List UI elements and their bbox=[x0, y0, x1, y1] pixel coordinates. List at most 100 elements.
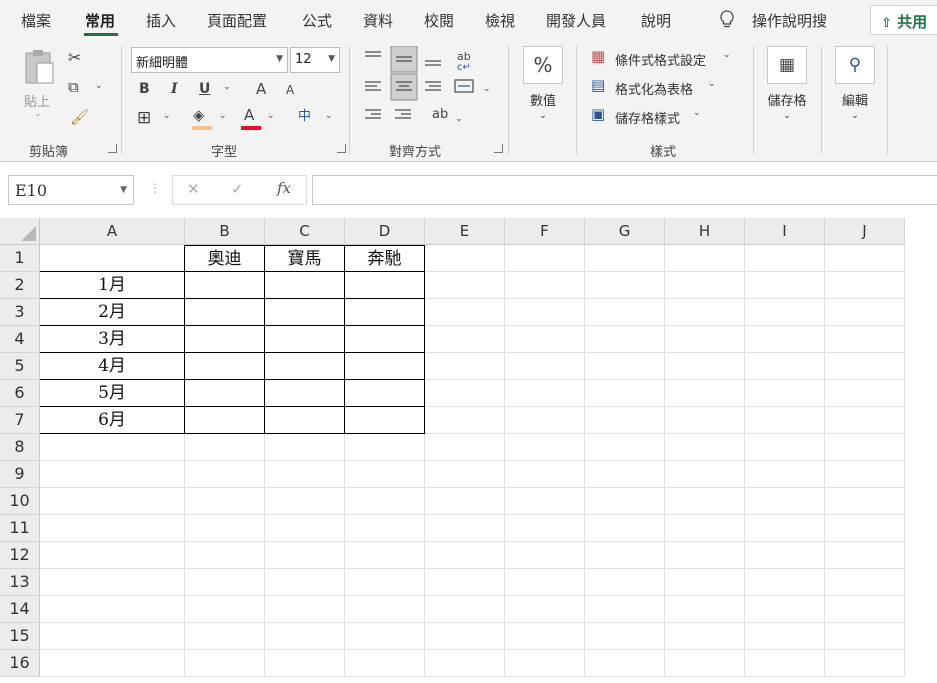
cell-E15[interactable] bbox=[425, 623, 505, 650]
cell-I2[interactable] bbox=[745, 272, 825, 299]
cell-D14[interactable] bbox=[345, 596, 425, 623]
chevron-down-icon[interactable]: ▼ bbox=[328, 54, 335, 64]
cell-A8[interactable] bbox=[40, 434, 185, 461]
chevron-down-icon[interactable]: ⌄ bbox=[34, 110, 42, 119]
cell-H1[interactable] bbox=[665, 245, 745, 272]
cell-I4[interactable] bbox=[745, 326, 825, 353]
chevron-down-icon[interactable]: ⌄ bbox=[267, 112, 275, 121]
cell-A6[interactable]: 5月 bbox=[40, 380, 185, 407]
cell-D12[interactable] bbox=[345, 542, 425, 569]
cell-F3[interactable] bbox=[505, 299, 585, 326]
cell-C9[interactable] bbox=[265, 461, 345, 488]
cell-J11[interactable] bbox=[825, 515, 905, 542]
cell-A14[interactable] bbox=[40, 596, 185, 623]
cell-F1[interactable] bbox=[505, 245, 585, 272]
cell-J15[interactable] bbox=[825, 623, 905, 650]
cell-J14[interactable] bbox=[825, 596, 905, 623]
conditional-formatting-icon[interactable]: ▦ bbox=[591, 49, 605, 64]
cell-E14[interactable] bbox=[425, 596, 505, 623]
row-header-2[interactable]: 2 bbox=[0, 272, 40, 299]
format-as-table-icon[interactable]: ▤ bbox=[591, 78, 605, 93]
cell-E16[interactable] bbox=[425, 650, 505, 677]
cell-G14[interactable] bbox=[585, 596, 665, 623]
cell-C6[interactable] bbox=[265, 380, 345, 407]
row-header-8[interactable]: 8 bbox=[0, 434, 40, 461]
format-painter-icon[interactable]: 🖌 bbox=[70, 110, 89, 125]
cell-B9[interactable] bbox=[185, 461, 265, 488]
cell-F15[interactable] bbox=[505, 623, 585, 650]
cell-E5[interactable] bbox=[425, 353, 505, 380]
shrink-font-button[interactable]: A bbox=[286, 84, 294, 96]
cell-styles-icon[interactable]: ▣ bbox=[591, 107, 605, 122]
cell-C16[interactable] bbox=[265, 650, 345, 677]
cell-I14[interactable] bbox=[745, 596, 825, 623]
font-name-combo[interactable]: 新細明體 ▼ bbox=[131, 47, 288, 73]
select-all-button[interactable] bbox=[0, 218, 40, 245]
formula-input[interactable] bbox=[312, 175, 937, 205]
cell-G7[interactable] bbox=[585, 407, 665, 434]
cell-J10[interactable] bbox=[825, 488, 905, 515]
cell-I15[interactable] bbox=[745, 623, 825, 650]
cell-A5[interactable]: 4月 bbox=[40, 353, 185, 380]
cell-B11[interactable] bbox=[185, 515, 265, 542]
cell-B6[interactable] bbox=[185, 380, 265, 407]
cell-H11[interactable] bbox=[665, 515, 745, 542]
column-header-E[interactable]: E bbox=[425, 218, 505, 245]
cell-I7[interactable] bbox=[745, 407, 825, 434]
row-header-3[interactable]: 3 bbox=[0, 299, 40, 326]
cell-F16[interactable] bbox=[505, 650, 585, 677]
chevron-down-icon[interactable]: ⌄ bbox=[219, 112, 227, 121]
cell-B10[interactable] bbox=[185, 488, 265, 515]
cell-J5[interactable] bbox=[825, 353, 905, 380]
cell-G5[interactable] bbox=[585, 353, 665, 380]
cell-D9[interactable] bbox=[345, 461, 425, 488]
cell-F5[interactable] bbox=[505, 353, 585, 380]
name-box[interactable]: E10 ▼ bbox=[8, 175, 134, 205]
cell-F6[interactable] bbox=[505, 380, 585, 407]
cell-C7[interactable] bbox=[265, 407, 345, 434]
lightbulb-icon[interactable] bbox=[718, 10, 736, 30]
tell-me-search[interactable]: 操作說明搜 bbox=[752, 10, 827, 31]
row-header-10[interactable]: 10 bbox=[0, 488, 40, 515]
paste-icon[interactable] bbox=[22, 48, 56, 88]
cell-G9[interactable] bbox=[585, 461, 665, 488]
cell-D5[interactable] bbox=[345, 353, 425, 380]
column-header-H[interactable]: H bbox=[665, 218, 745, 245]
copy-icon[interactable]: ⧉ bbox=[68, 80, 79, 95]
cell-C8[interactable] bbox=[265, 434, 345, 461]
insert-function-icon[interactable]: fx bbox=[277, 181, 291, 196]
cell-E1[interactable] bbox=[425, 245, 505, 272]
cell-G4[interactable] bbox=[585, 326, 665, 353]
cell-H5[interactable] bbox=[665, 353, 745, 380]
cell-B1[interactable]: 奧迪 bbox=[185, 245, 265, 272]
chevron-down-icon[interactable]: ⌄ bbox=[223, 83, 231, 92]
cell-B16[interactable] bbox=[185, 650, 265, 677]
tab-insert[interactable]: 插入 bbox=[146, 10, 176, 31]
cell-B14[interactable] bbox=[185, 596, 265, 623]
cell-A4[interactable]: 3月 bbox=[40, 326, 185, 353]
worksheet-grid[interactable]: A B C D E F G H I J 1 奧迪 寶馬 奔馳 2 1月 3 2月 4 3月 5 4月 6 5月 7 6月 8 9 10 1… bbox=[0, 218, 937, 683]
cell-F9[interactable] bbox=[505, 461, 585, 488]
cell-C15[interactable] bbox=[265, 623, 345, 650]
tab-page-layout[interactable]: 頁面配置 bbox=[207, 10, 267, 31]
cell-G10[interactable] bbox=[585, 488, 665, 515]
dialog-launcher-icon[interactable] bbox=[494, 144, 503, 153]
cell-A3[interactable]: 2月 bbox=[40, 299, 185, 326]
tab-formulas[interactable]: 公式 bbox=[302, 10, 332, 31]
chevron-down-icon[interactable]: ⌄ bbox=[723, 51, 731, 60]
editing-button[interactable]: ⚲ 編輯 ⌄ bbox=[833, 46, 877, 121]
cell-C3[interactable] bbox=[265, 299, 345, 326]
cell-F4[interactable] bbox=[505, 326, 585, 353]
cell-B7[interactable] bbox=[185, 407, 265, 434]
share-button[interactable]: ⇧ 共用 bbox=[870, 5, 937, 35]
cell-E4[interactable] bbox=[425, 326, 505, 353]
dialog-launcher-icon[interactable] bbox=[337, 144, 346, 153]
cell-E7[interactable] bbox=[425, 407, 505, 434]
column-header-B[interactable]: B bbox=[185, 218, 265, 245]
row-header-4[interactable]: 4 bbox=[0, 326, 40, 353]
cell-J9[interactable] bbox=[825, 461, 905, 488]
cell-H2[interactable] bbox=[665, 272, 745, 299]
cell-C5[interactable] bbox=[265, 353, 345, 380]
row-header-6[interactable]: 6 bbox=[0, 380, 40, 407]
column-header-D[interactable]: D bbox=[345, 218, 425, 245]
